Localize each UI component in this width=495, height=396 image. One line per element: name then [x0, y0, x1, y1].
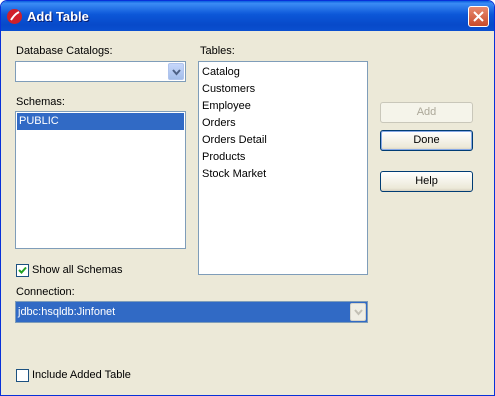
chevron-down-icon: [172, 69, 181, 76]
database-catalogs-dropdown-button[interactable]: [168, 63, 184, 80]
tables-label: Tables:: [200, 45, 235, 57]
table-list-item[interactable]: Products: [200, 149, 366, 166]
database-catalogs-label: Database Catalogs:: [16, 45, 113, 57]
schemas-list[interactable]: PUBLIC: [15, 111, 186, 249]
table-list-item[interactable]: Customers: [200, 81, 366, 98]
checkmark-icon: [18, 266, 27, 274]
close-icon: [473, 11, 484, 22]
table-list-item[interactable]: Catalog: [200, 64, 366, 81]
table-list-item[interactable]: Employee: [200, 98, 366, 115]
schemas-label: Schemas:: [16, 96, 65, 108]
done-button[interactable]: Done: [380, 130, 473, 151]
database-catalogs-combo[interactable]: [15, 61, 186, 82]
add-table-dialog: Add Table Database Catalogs: Schemas: PU…: [0, 0, 495, 396]
table-list-item[interactable]: Orders Detail: [200, 132, 366, 149]
chevron-down-icon: [354, 309, 363, 316]
tables-list[interactable]: Catalog Customers Employee Orders Orders Det…: [198, 61, 368, 275]
help-button[interactable]: Help: [380, 171, 473, 192]
show-all-schemas-label: Show all Schemas: [32, 264, 123, 276]
close-button[interactable]: [468, 6, 489, 27]
include-added-table-checkbox[interactable]: [16, 369, 29, 382]
title-bar[interactable]: Add Table: [1, 1, 494, 31]
connection-dropdown-button[interactable]: [350, 303, 366, 321]
show-all-schemas-checkbox[interactable]: [16, 264, 29, 277]
window-title: Add Table: [27, 9, 89, 24]
schema-list-item[interactable]: PUBLIC: [17, 113, 184, 130]
connection-label: Connection:: [16, 286, 75, 298]
connection-value: jdbc:hsqldb:Jinfonet: [18, 306, 116, 318]
include-added-table-label: Include Added Table: [32, 369, 131, 381]
app-logo-icon: [7, 9, 22, 24]
table-list-item[interactable]: Stock Market: [200, 166, 366, 183]
connection-combo[interactable]: jdbc:hsqldb:Jinfonet: [15, 301, 368, 323]
add-button[interactable]: Add: [380, 102, 473, 123]
table-list-item[interactable]: Orders: [200, 115, 366, 132]
